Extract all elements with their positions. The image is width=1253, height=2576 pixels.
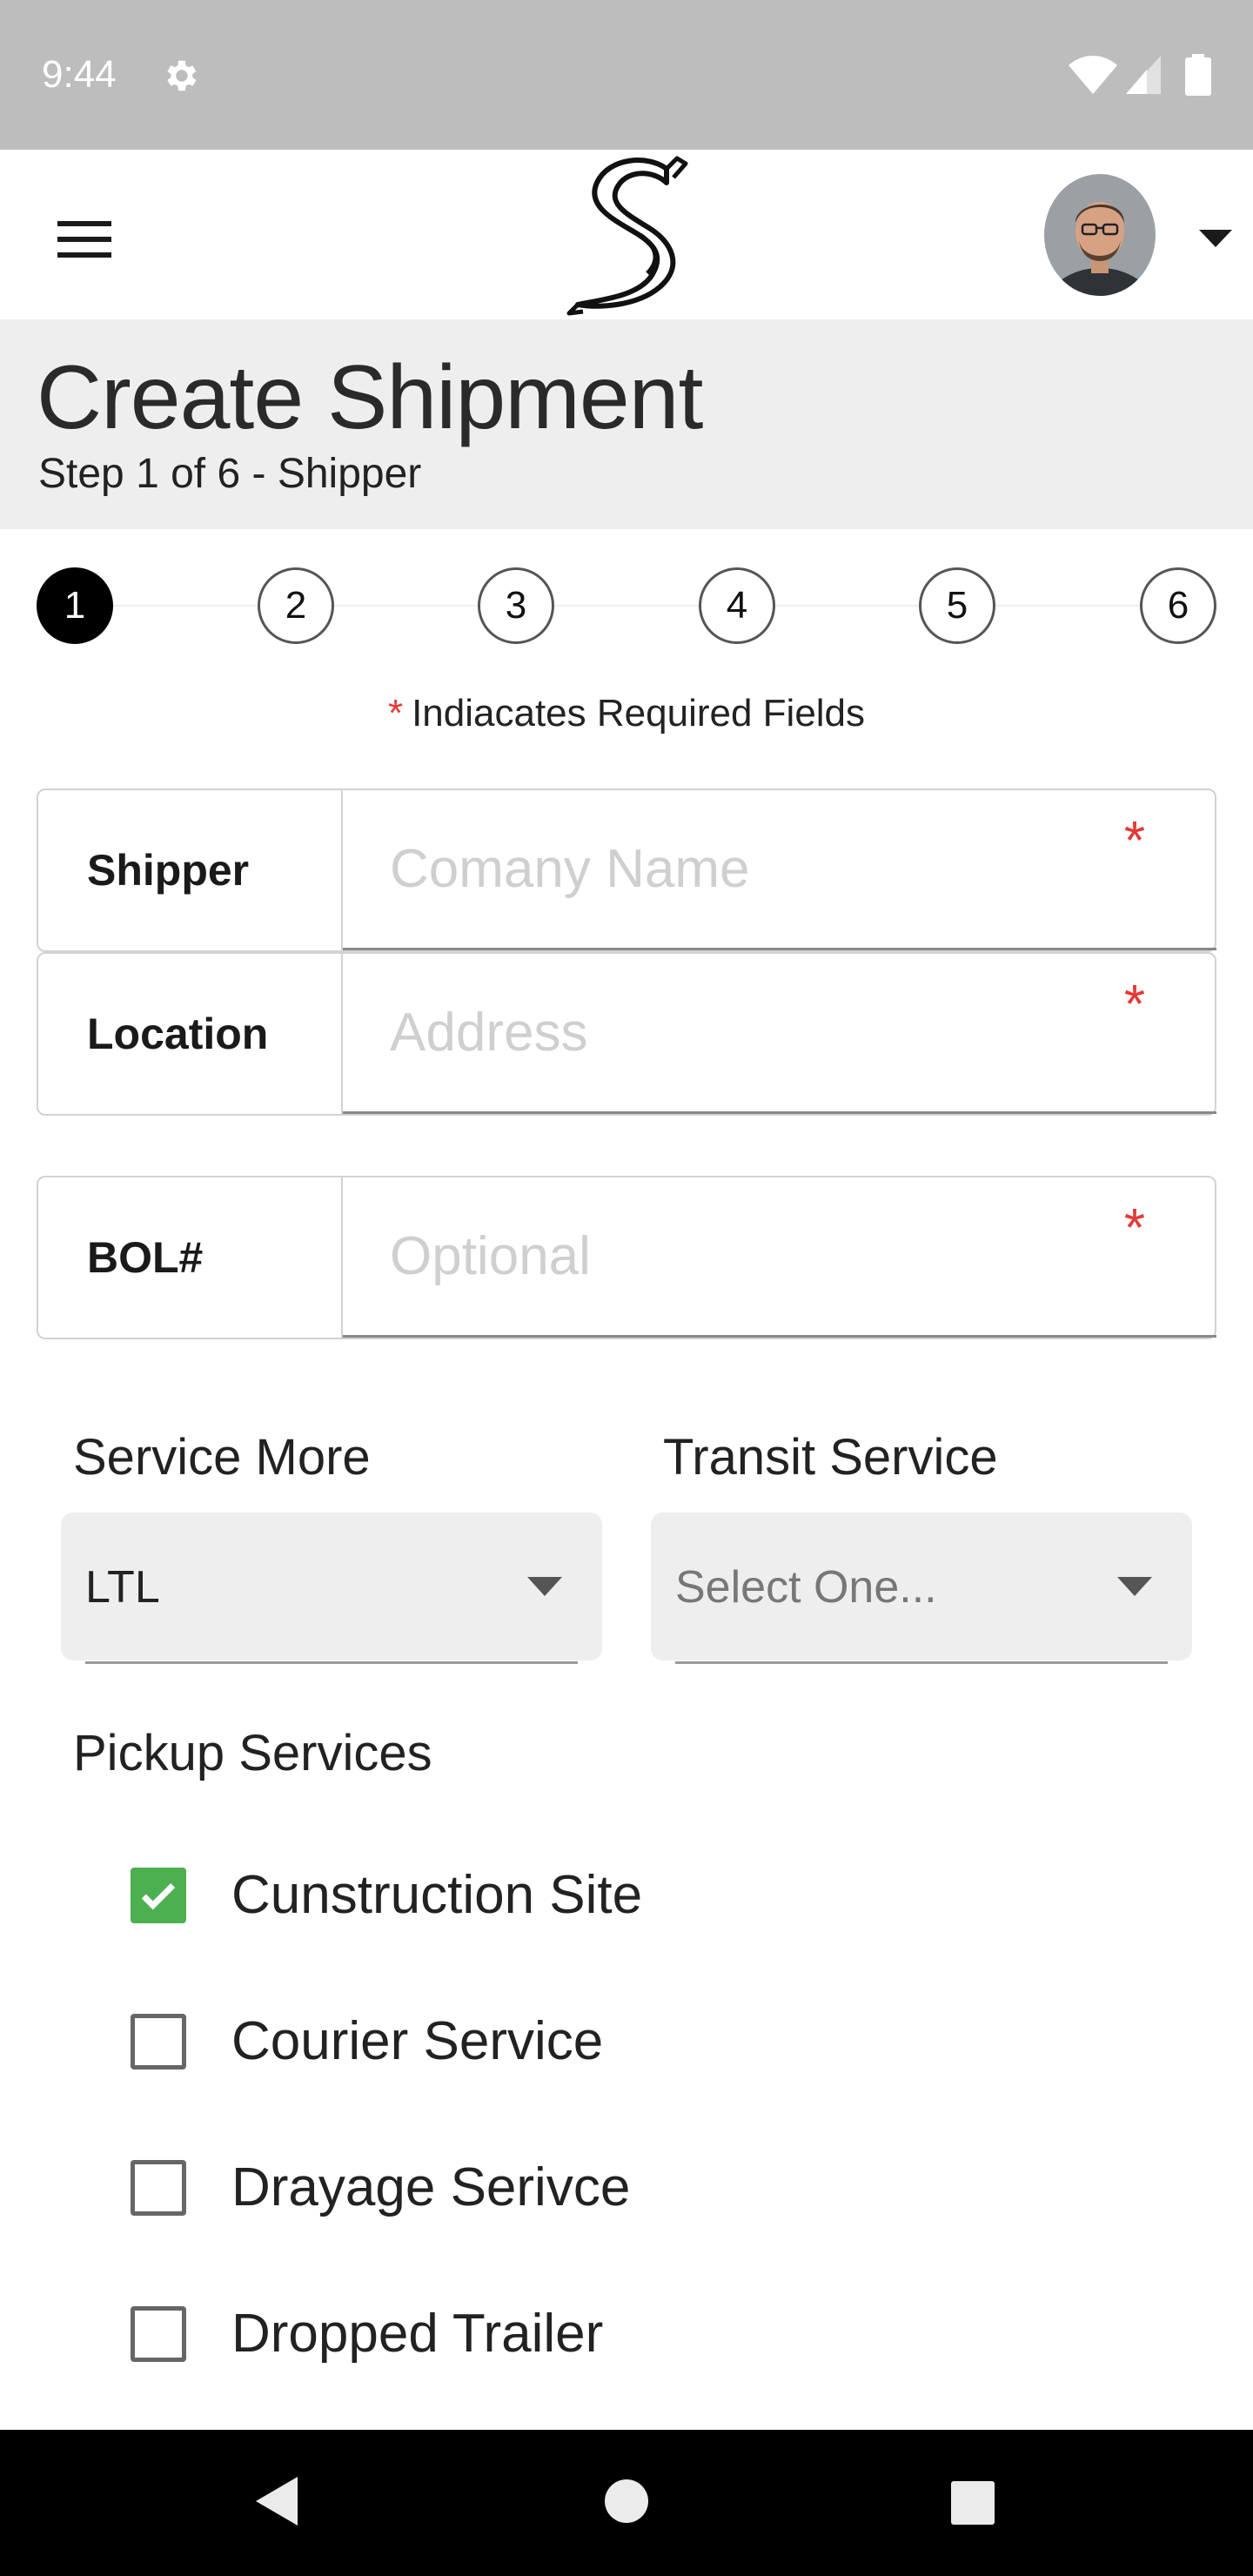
required-star: *: [387, 692, 404, 735]
system-nav-bar: [0, 2430, 1253, 2576]
settings-gear-icon: [167, 60, 197, 91]
user-avatar-icon: [1044, 174, 1156, 296]
bol-label: BOL#: [38, 1177, 343, 1338]
pickup-services-title: Pickup Services: [73, 1725, 432, 1781]
select-underline: [675, 1661, 1168, 1664]
status-bar: 9:44: [0, 0, 1253, 150]
transit-service-value: Select One...: [675, 1562, 937, 1613]
page-header: Create Shipment Step 1 of 6 - Shipper: [0, 319, 1253, 529]
pickup-option-drayage-service[interactable]: Drayage Serivce: [131, 2150, 914, 2219]
cell-signal-icon: [1126, 56, 1161, 94]
location-field: Location *: [37, 952, 1216, 1116]
pickup-option-label: Dropped Trailer: [231, 2304, 604, 2364]
script-s-logo: [566, 156, 688, 316]
location-address-input[interactable]: [343, 954, 1216, 1114]
bol-input[interactable]: [343, 1177, 1216, 1338]
back-icon[interactable]: [252, 2473, 301, 2529]
required-fields-note: * Indiacates Required Fields: [0, 689, 1253, 738]
checkbox-unchecked[interactable]: [131, 2160, 186, 2216]
page-subtitle: Step 1 of 6 - Shipper: [38, 451, 422, 497]
bol-required-star: *: [1123, 1198, 1145, 1258]
chevron-down-icon[interactable]: [1199, 228, 1232, 247]
service-mode-value: LTL: [85, 1562, 160, 1613]
transit-service-select[interactable]: Select One...: [651, 1513, 1192, 1664]
avatar[interactable]: [1044, 174, 1156, 296]
home-icon[interactable]: [604, 2479, 649, 2524]
pickup-option-dropped-trailer[interactable]: Dropped Trailer: [131, 2296, 914, 2365]
shipper-company-input[interactable]: [343, 790, 1216, 950]
shipper-field: Shipper *: [37, 788, 1216, 952]
pickup-option-courier-service[interactable]: Courier Service: [131, 2003, 914, 2073]
checkbox-checked[interactable]: [131, 1868, 186, 1923]
step-3[interactable]: 3: [478, 567, 554, 644]
page-title: Create Shipment: [37, 347, 703, 448]
shipper-label: Shipper: [38, 790, 343, 950]
caret-down-icon: [1117, 1577, 1152, 1596]
checkbox-unchecked[interactable]: [131, 2014, 186, 2070]
step-4[interactable]: 4: [699, 567, 775, 644]
step-6[interactable]: 6: [1140, 567, 1216, 644]
shipper-required-star: *: [1123, 811, 1145, 871]
stepper: 1 2 3 4 5 6: [0, 529, 1253, 677]
caret-down-icon: [527, 1577, 562, 1596]
step-2[interactable]: 2: [258, 567, 334, 644]
pickup-option-label: Cunstruction Site: [231, 1865, 643, 1925]
pickup-option-construction-site[interactable]: Cunstruction Site: [131, 1857, 914, 1927]
battery-icon: [1185, 54, 1211, 96]
wifi-icon: [1069, 56, 1117, 94]
select-underline: [85, 1661, 578, 1664]
status-time: 9:44: [42, 53, 117, 96]
recents-icon[interactable]: [950, 2480, 995, 2526]
menu-icon[interactable]: [54, 218, 115, 261]
step-5[interactable]: 5: [919, 567, 995, 644]
app-bar: [0, 150, 1253, 319]
stepper-track: [73, 605, 1178, 607]
required-note-text: Indiacates Required Fields: [412, 692, 866, 735]
service-mode-select[interactable]: LTL: [61, 1513, 602, 1664]
location-label: Location: [38, 954, 343, 1114]
transit-service-label: Transit Service: [663, 1429, 998, 1486]
location-required-star: *: [1123, 975, 1145, 1035]
bol-field: BOL# *: [37, 1176, 1216, 1339]
checkmark-icon: [141, 1883, 176, 1910]
checkbox-unchecked[interactable]: [131, 2306, 186, 2362]
step-1[interactable]: 1: [37, 567, 113, 644]
pickup-option-label: Courier Service: [231, 2011, 604, 2071]
pickup-option-label: Drayage Serivce: [231, 2157, 631, 2217]
service-mode-label: Service More: [73, 1429, 371, 1486]
